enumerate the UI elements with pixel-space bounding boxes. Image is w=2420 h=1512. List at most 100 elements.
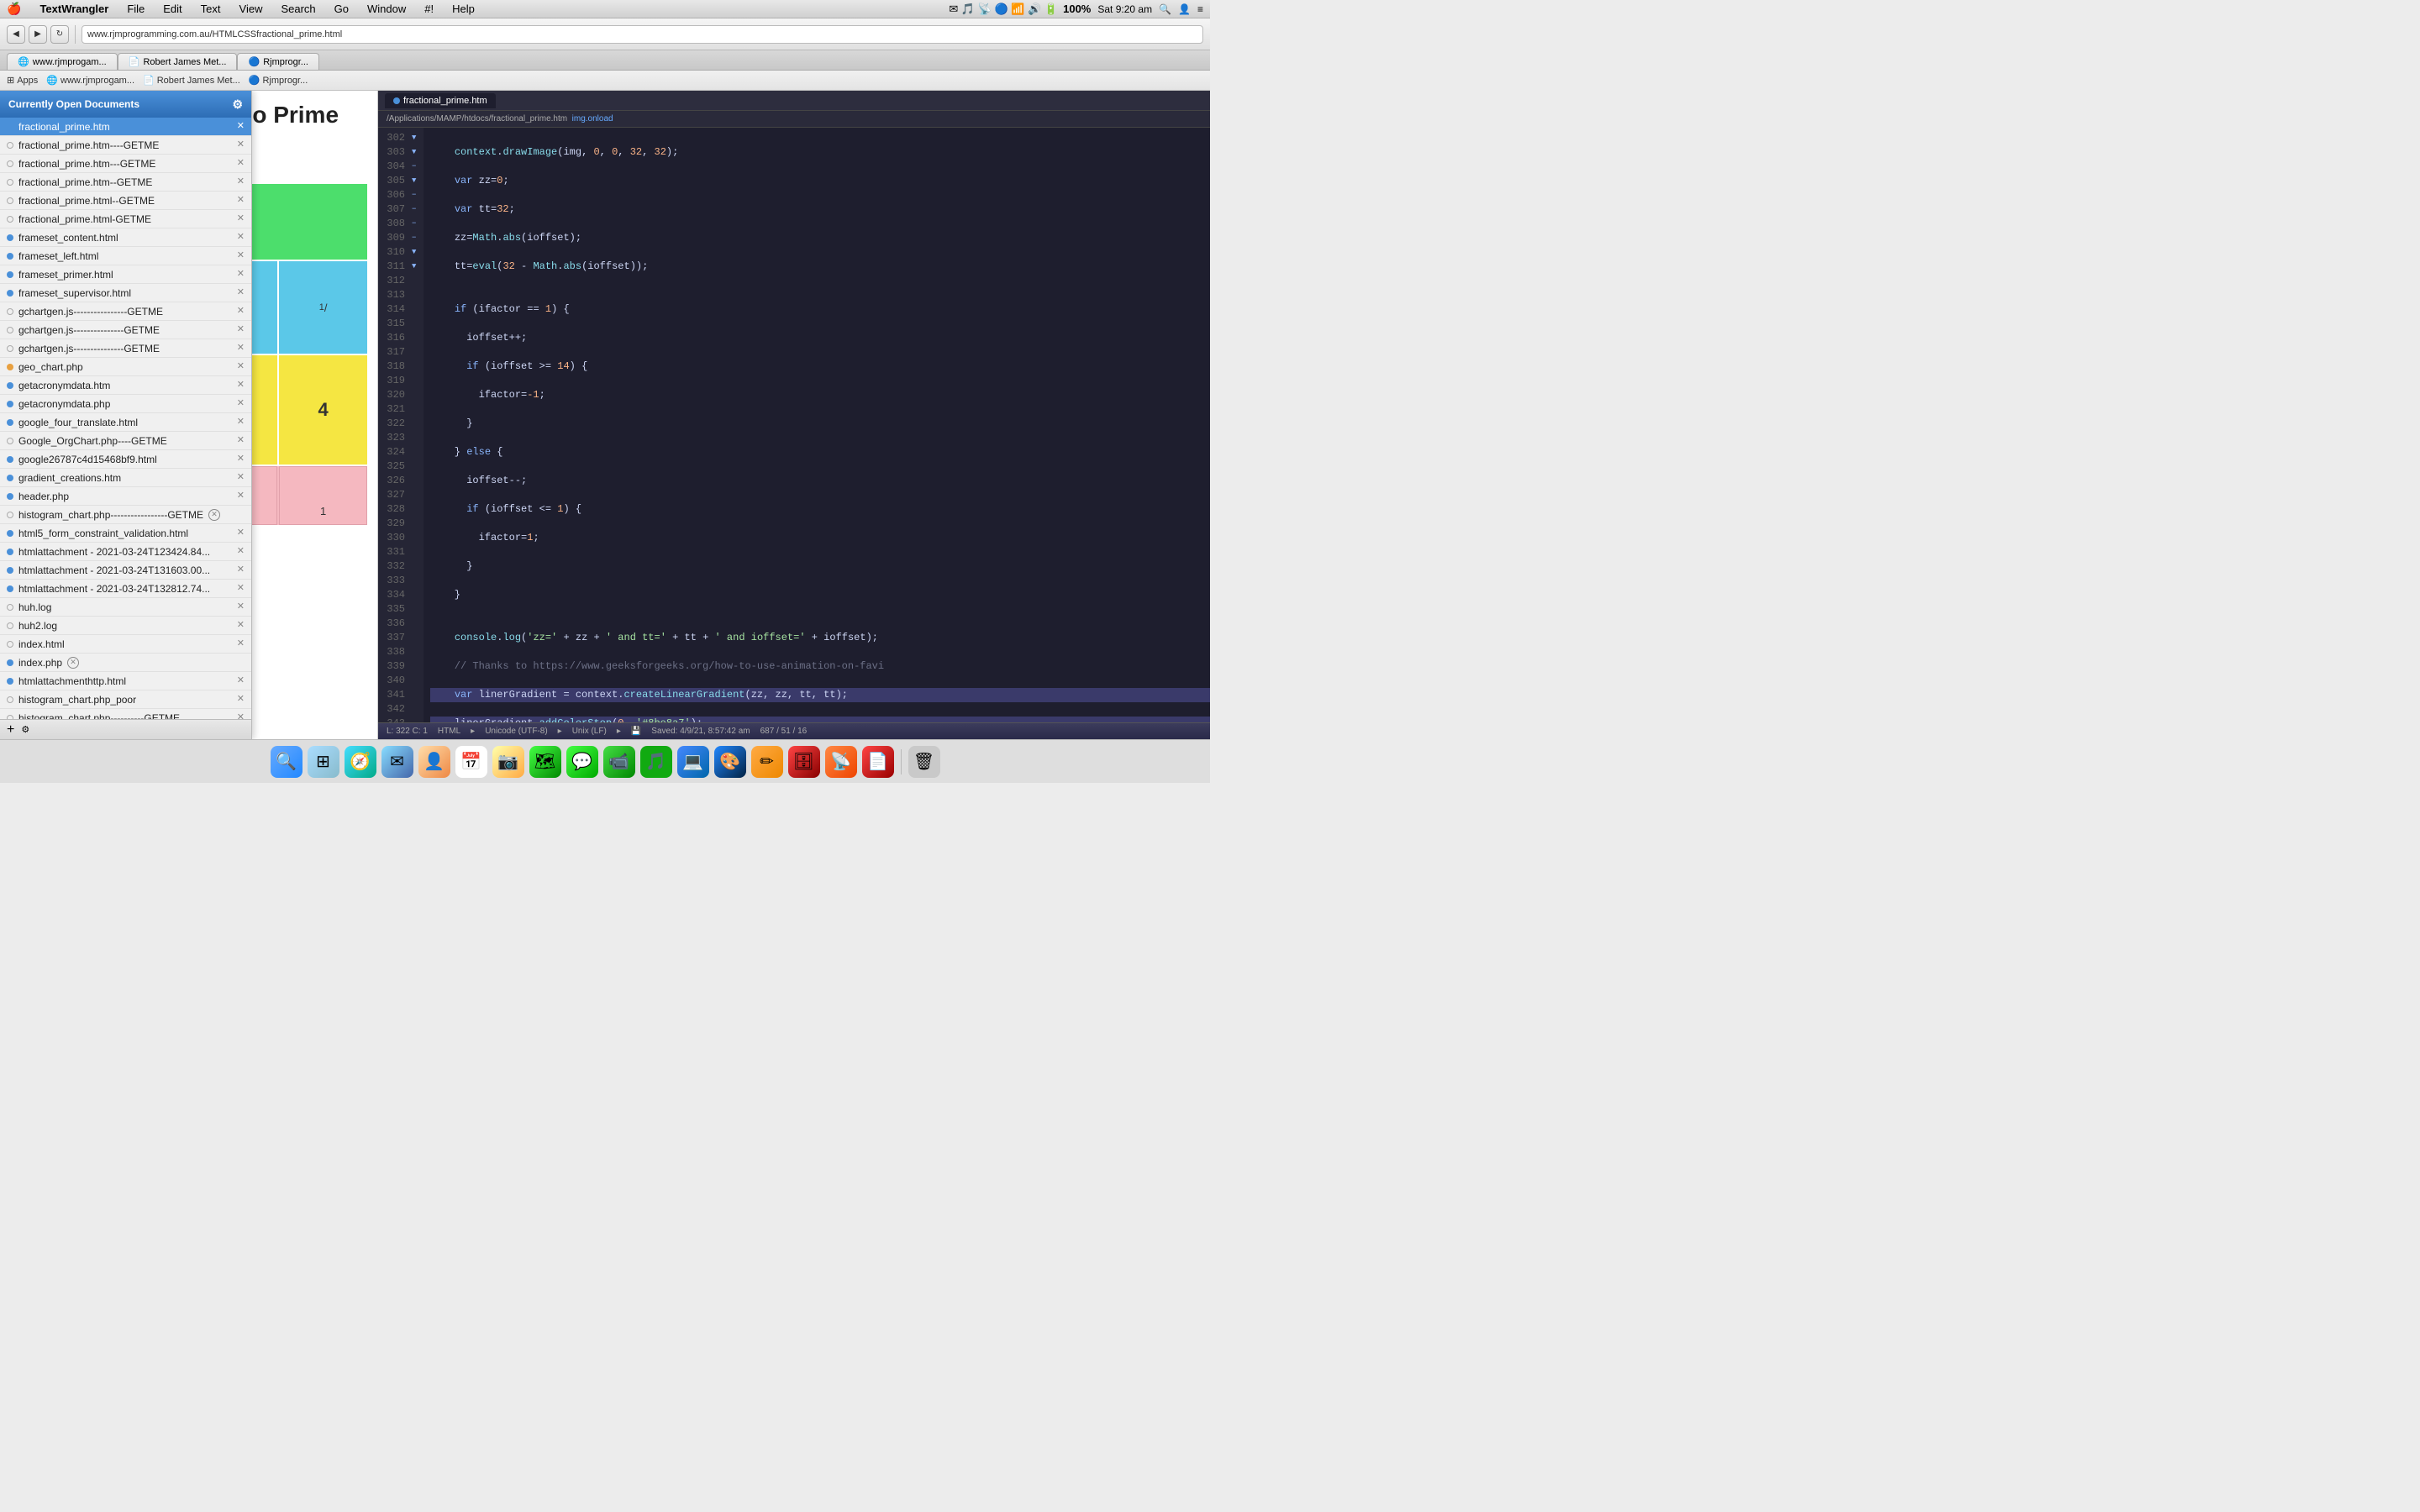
bookmark-rjm2[interactable]: 🔵 Rjmprogr... (249, 75, 308, 86)
dock-acrobat[interactable]: 📄 (862, 746, 894, 778)
panel-item-10[interactable]: gchartgen.js----------------GETME ✕ (0, 302, 251, 321)
close-btn-2[interactable]: ✕ (237, 159, 245, 168)
url-bar[interactable] (82, 25, 1203, 44)
tab-2[interactable]: 🔵 Rjmprogr... (237, 53, 319, 70)
close-btn-26[interactable]: ✕ (237, 602, 245, 612)
panel-item-18[interactable]: google26787c4d15468bf9.html ✕ (0, 450, 251, 469)
panel-add-button[interactable]: + (7, 722, 14, 738)
menu-search[interactable]: Search (277, 3, 318, 15)
panel-item-31[interactable]: histogram_chart.php_poor ✕ (0, 690, 251, 709)
panel-item-8[interactable]: frameset_primer.html ✕ (0, 265, 251, 284)
panel-item-17[interactable]: Google_OrgChart.php----GETME ✕ (0, 432, 251, 450)
dock-trash[interactable]: 🗑 (908, 746, 940, 778)
dock-facetime[interactable]: 📹 (603, 746, 635, 778)
tab-0[interactable]: 🌐 www.rjmprogam... (7, 53, 118, 70)
dock-launchpad[interactable]: ⊞ (308, 746, 339, 778)
close-btn-30[interactable]: ✕ (237, 676, 245, 685)
forward-button[interactable]: ▶ (29, 25, 47, 44)
close-btn-7[interactable]: ✕ (237, 251, 245, 260)
panel-item-25[interactable]: htmlattachment - 2021-03-24T132812.74...… (0, 580, 251, 598)
panel-item-2[interactable]: fractional_prime.htm---GETME ✕ (0, 155, 251, 173)
menu-view[interactable]: View (236, 3, 266, 15)
dock-finder[interactable]: 🔍 (271, 746, 302, 778)
panel-item-30[interactable]: htmlattachmenthttp.html ✕ (0, 672, 251, 690)
close-btn-11[interactable]: ✕ (237, 325, 245, 334)
code-tab-active[interactable]: fractional_prime.htm (385, 93, 496, 108)
close-btn-circle-29[interactable]: ✕ (67, 657, 79, 669)
close-btn-16[interactable]: ✕ (237, 417, 245, 427)
close-btn-3[interactable]: ✕ (237, 177, 245, 186)
close-btn-23[interactable]: ✕ (237, 547, 245, 556)
close-btn-8[interactable]: ✕ (237, 270, 245, 279)
menu-file[interactable]: File (124, 3, 148, 15)
close-btn-0[interactable]: ✕ (237, 122, 245, 131)
dock-mail[interactable]: ✉ (381, 746, 413, 778)
dock-photos[interactable]: 📷 (492, 746, 524, 778)
dock-vscode[interactable]: 💻 (677, 746, 709, 778)
close-btn-15[interactable]: ✕ (237, 399, 245, 408)
close-btn-12[interactable]: ✕ (237, 344, 245, 353)
apple-menu[interactable]: 🍎 (7, 2, 21, 16)
panel-item-21[interactable]: histogram_chart.php-----------------GETM… (0, 506, 251, 524)
panel-item-11[interactable]: gchartgen.js---------------GETME ✕ (0, 321, 251, 339)
panel-item-4[interactable]: fractional_prime.html--GETME ✕ (0, 192, 251, 210)
close-btn-10[interactable]: ✕ (237, 307, 245, 316)
panel-settings-icon[interactable]: ⚙ (232, 97, 243, 112)
dock-sequel[interactable]: 🗄 (788, 746, 820, 778)
menu-text[interactable]: Text (197, 3, 224, 15)
panel-item-12[interactable]: gchartgen.js---------------GETME ✕ (0, 339, 251, 358)
menu-search-icon[interactable]: 🔍 (1159, 3, 1171, 15)
dock-messages[interactable]: 💬 (566, 746, 598, 778)
menu-help[interactable]: Help (449, 3, 478, 15)
dock-calendar[interactable]: 📅 (455, 746, 487, 778)
dock-photoshop[interactable]: 🎨 (714, 746, 746, 778)
close-btn-1[interactable]: ✕ (237, 140, 245, 150)
panel-bottom-settings[interactable]: ⚙ (21, 724, 29, 735)
panel-list[interactable]: fractional_prime.htm ✕ fractional_prime.… (0, 118, 251, 719)
panel-item-1[interactable]: fractional_prime.htm----GETME ✕ (0, 136, 251, 155)
panel-item-24[interactable]: htmlattachment - 2021-03-24T131603.00...… (0, 561, 251, 580)
bookmark-apps[interactable]: ⊞ Apps (7, 75, 38, 86)
menu-hash[interactable]: #! (421, 3, 437, 15)
panel-item-7[interactable]: frameset_left.html ✕ (0, 247, 251, 265)
menu-user-icon[interactable]: 👤 (1178, 3, 1191, 15)
panel-item-32[interactable]: histogram_chart.php----------GETME ✕ (0, 709, 251, 719)
panel-item-29[interactable]: index.php ✕ (0, 654, 251, 672)
menu-go[interactable]: Go (331, 3, 352, 15)
panel-item-19[interactable]: gradient_creations.htm ✕ (0, 469, 251, 487)
panel-item-23[interactable]: htmlattachment - 2021-03-24T123424.84...… (0, 543, 251, 561)
dock-sketch[interactable]: ✏ (751, 746, 783, 778)
close-btn-19[interactable]: ✕ (237, 473, 245, 482)
close-btn-27[interactable]: ✕ (237, 621, 245, 630)
close-btn-20[interactable]: ✕ (237, 491, 245, 501)
dock-maps[interactable]: 🗺 (529, 746, 561, 778)
panel-item-6[interactable]: frameset_content.html ✕ (0, 228, 251, 247)
dock-contacts[interactable]: 👤 (418, 746, 450, 778)
close-btn-17[interactable]: ✕ (237, 436, 245, 445)
close-btn-22[interactable]: ✕ (237, 528, 245, 538)
menu-list-icon[interactable]: ≡ (1197, 3, 1203, 15)
panel-item-0[interactable]: fractional_prime.htm ✕ (0, 118, 251, 136)
back-button[interactable]: ◀ (7, 25, 25, 44)
panel-item-5[interactable]: fractional_prime.html-GETME ✕ (0, 210, 251, 228)
panel-item-16[interactable]: google_four_translate.html ✕ (0, 413, 251, 432)
dock-spotify[interactable]: 🎵 (640, 746, 672, 778)
dock-transmit[interactable]: 📡 (825, 746, 857, 778)
close-btn-25[interactable]: ✕ (237, 584, 245, 593)
close-btn-32[interactable]: ✕ (237, 713, 245, 719)
close-btn-9[interactable]: ✕ (237, 288, 245, 297)
panel-item-20[interactable]: header.php ✕ (0, 487, 251, 506)
reload-button[interactable]: ↻ (50, 25, 69, 44)
panel-item-9[interactable]: frameset_supervisor.html ✕ (0, 284, 251, 302)
panel-item-3[interactable]: fractional_prime.htm--GETME ✕ (0, 173, 251, 192)
tab-1[interactable]: 📄 Robert James Met... (118, 53, 238, 70)
close-btn-31[interactable]: ✕ (237, 695, 245, 704)
panel-item-14[interactable]: getacronymdata.htm ✕ (0, 376, 251, 395)
menu-edit[interactable]: Edit (160, 3, 185, 15)
code-area[interactable]: 302303304305306 307308309310311 31231331… (378, 128, 1210, 722)
bookmark-rjm[interactable]: 🌐 www.rjmprogam... (46, 75, 134, 86)
panel-item-27[interactable]: huh2.log ✕ (0, 617, 251, 635)
close-btn-4[interactable]: ✕ (237, 196, 245, 205)
bookmark-robert[interactable]: 📄 Robert James Met... (143, 75, 240, 86)
panel-item-22[interactable]: html5_form_constraint_validation.html ✕ (0, 524, 251, 543)
